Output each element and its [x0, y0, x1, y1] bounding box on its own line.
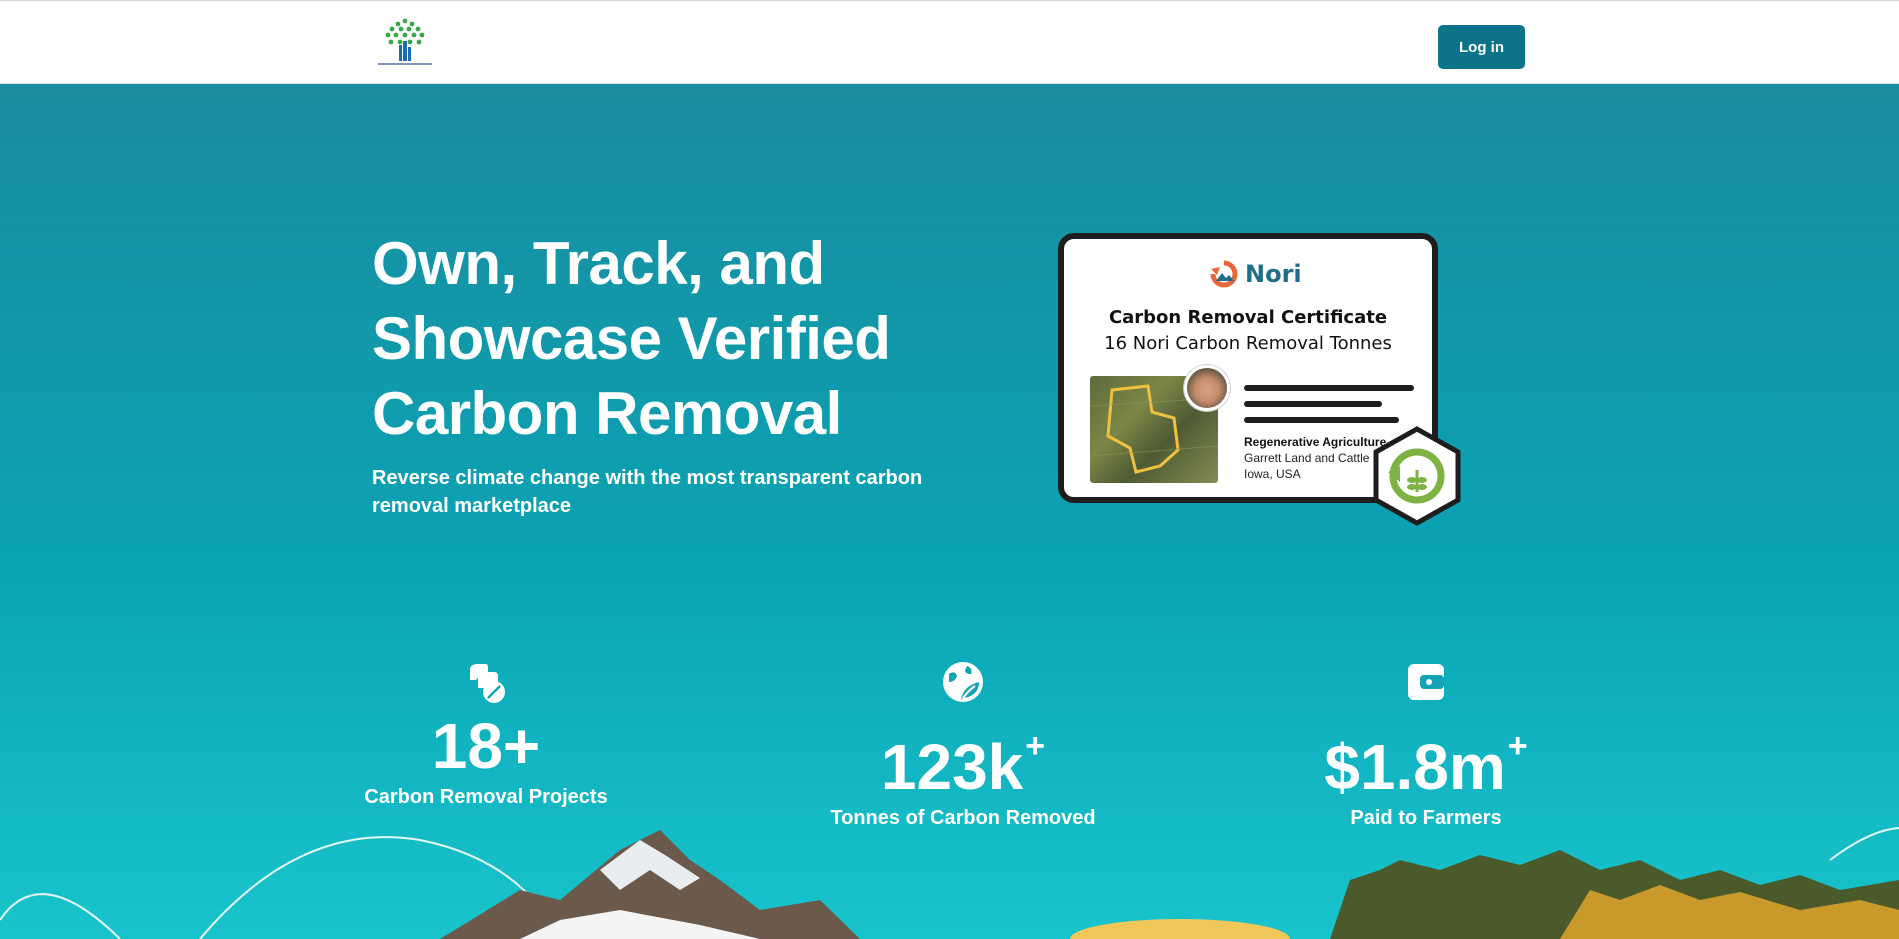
- nori-brand-name: Nori: [1245, 260, 1302, 288]
- landscape-illustration: [0, 827, 1899, 939]
- nori-brand: Nori: [1209, 259, 1302, 289]
- nori-logo-icon: [1210, 260, 1238, 288]
- hero-title: Own, Track, and Showcase Verified Carbon…: [372, 230, 891, 447]
- stat-projects-value: 18+: [431, 710, 541, 782]
- verified-badge-icon: [1373, 426, 1461, 526]
- farmer-avatar: [1184, 365, 1230, 411]
- stat-projects: 18+ Carbon Removal Projects: [326, 660, 646, 809]
- stat-tonnes-suffix: +: [1025, 727, 1046, 765]
- stat-paid-value: $1.8m+: [1324, 727, 1528, 803]
- leaves-icon: [470, 664, 505, 703]
- earth-leaf-icon: [943, 662, 983, 702]
- certificate-category: Regenerative Agriculture: [1244, 435, 1387, 449]
- site-header: Log in: [0, 0, 1899, 84]
- hero-section: Own, Track, and Showcase Verified Carbon…: [0, 84, 1899, 939]
- login-button[interactable]: Log in: [1438, 25, 1525, 69]
- certificate-tonnes: 16 Nori Carbon Removal Tonnes: [1104, 333, 1392, 354]
- hero-subtitle: Reverse climate change with the most tra…: [372, 467, 923, 517]
- stat-paid-suffix: +: [1507, 727, 1528, 765]
- site-logo[interactable]: [372, 15, 438, 71]
- wallet-icon: [1408, 664, 1444, 700]
- certificate-title: Carbon Removal Certificate: [1108, 307, 1388, 328]
- certificate-owner: Garrett Land and Cattle: [1244, 451, 1370, 465]
- certificate-location: Iowa, USA: [1244, 467, 1301, 481]
- stat-tonnes-value: 123k+: [880, 727, 1046, 803]
